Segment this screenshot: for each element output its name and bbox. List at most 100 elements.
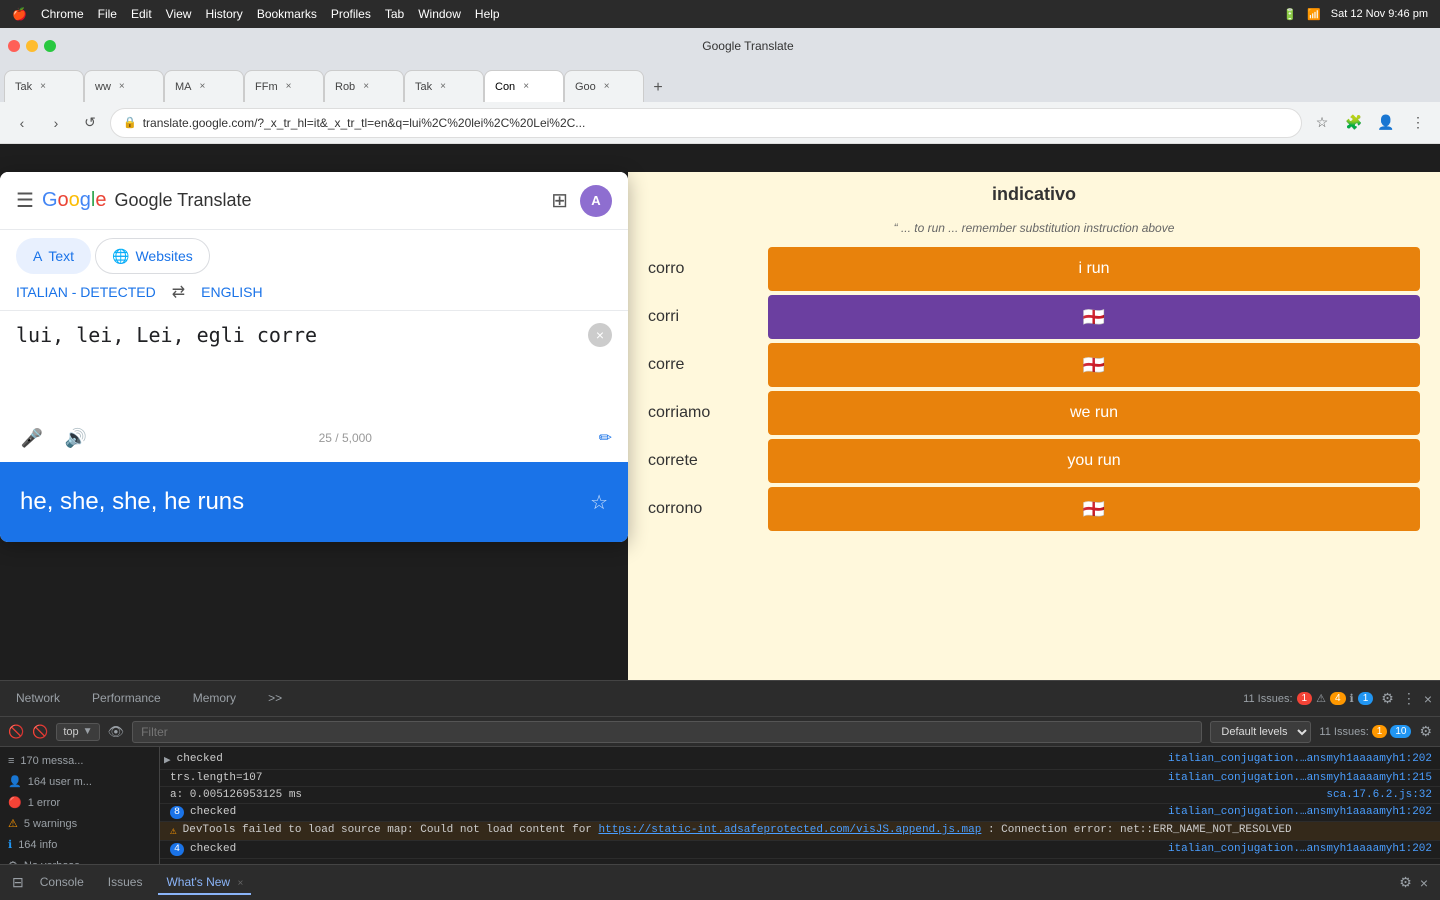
tab-con[interactable]: Con× [484, 70, 564, 102]
tab-tak-1[interactable]: Tak× [4, 70, 84, 102]
footer-tab-whats-new-close[interactable]: × [237, 878, 243, 889]
maximize-window-button[interactable] [44, 40, 56, 52]
devtools-more-tabs[interactable]: >> [260, 687, 290, 711]
apps-grid-icon[interactable]: ⊞ [551, 188, 568, 213]
chrome-menu-button[interactable]: ⋮ [1404, 109, 1432, 137]
apple-menu[interactable]: 🍎 [12, 7, 27, 21]
message-source[interactable]: italian_conjugation.…ansmyh1aaaamyh1:202 [1168, 806, 1432, 818]
user-avatar[interactable]: A [580, 185, 612, 217]
devtools-close-icon[interactable]: × [1424, 691, 1432, 707]
profile-button[interactable]: 👤 [1372, 109, 1400, 137]
console-filter-input[interactable] [132, 721, 1202, 743]
message-source[interactable]: italian_conjugation.…ansmyh1aaaamyh1:202 [1168, 753, 1432, 765]
devtools-settings-icon[interactable]: ⚙ [1381, 690, 1394, 707]
menu-bookmarks[interactable]: Bookmarks [257, 7, 317, 21]
sidebar-item-user[interactable]: 👤 164 user m... [0, 771, 159, 792]
sidebar-item-info[interactable]: ℹ 164 info [0, 834, 159, 855]
menu-help[interactable]: Help [475, 7, 500, 21]
devtools-issues-summary[interactable]: 11 Issues: 1 ⚠ 4 ℹ 1 [1243, 692, 1373, 705]
console-settings-icon[interactable]: ⚙ [1419, 723, 1432, 740]
clear-input-button[interactable]: × [588, 323, 612, 347]
menu-history[interactable]: History [205, 7, 242, 21]
microphone-button[interactable]: 🎤 [16, 422, 48, 454]
tab-goo[interactable]: Goo× [564, 70, 644, 102]
menu-profiles[interactable]: Profiles [331, 7, 371, 21]
tab-websites[interactable]: 🌐 Websites [95, 238, 210, 274]
devtools-tab-memory[interactable]: Memory [185, 687, 244, 711]
translation-corri: 🏴󠁧󠁢󠁥󠁮󠁧󠁿 [768, 295, 1420, 339]
footer-settings-icon[interactable]: ⚙ [1399, 874, 1412, 891]
tab-text[interactable]: A Text [16, 238, 91, 274]
footer-tab-console[interactable]: Console [32, 871, 92, 895]
tab-ma[interactable]: MA× [164, 70, 244, 102]
footer-tab-whats-new[interactable]: What's New × [158, 871, 251, 895]
back-button[interactable]: ‹ [8, 109, 36, 137]
menu-view[interactable]: View [166, 7, 192, 21]
devtools-drawer-icon[interactable]: ⊟ [12, 874, 24, 891]
speaker-button[interactable]: 🔊 [60, 422, 92, 454]
console-stop-icon[interactable]: 🚫 [8, 724, 24, 740]
console-level-select[interactable]: Default levels [1210, 721, 1311, 743]
source-language[interactable]: ITALIAN - DETECTED [16, 284, 156, 300]
console-top-context[interactable]: top ▼ [56, 723, 99, 741]
tab-close[interactable]: × [523, 81, 529, 92]
console-issues-count[interactable]: 11 Issues: 1 10 [1319, 725, 1411, 738]
source-text-input[interactable]: lui, lei, Lei, egli corre [16, 323, 612, 383]
sidebar-item-warnings[interactable]: ⚠ 5 warnings [0, 813, 159, 834]
sidebar-item-verbose[interactable]: ⚙ No verbose [0, 855, 159, 864]
tab-close[interactable]: × [286, 81, 292, 92]
hamburger-menu-icon[interactable]: ☰ [16, 188, 34, 213]
minimize-window-button[interactable] [26, 40, 38, 52]
footer-tab-issues[interactable]: Issues [100, 871, 151, 895]
edit-icon[interactable]: ✏ [599, 428, 612, 448]
tab-ww[interactable]: ww × [84, 70, 164, 102]
tab-close[interactable]: × [40, 81, 46, 92]
tab-close[interactable]: × [440, 81, 446, 92]
reload-button[interactable]: ↺ [76, 109, 104, 137]
menu-file[interactable]: File [98, 7, 117, 21]
address-bar[interactable]: 🔒 translate.google.com/?_x_tr_hl=it&_x_t… [110, 108, 1302, 138]
message-text: checked [177, 753, 1162, 765]
chrome-window-title: Google Translate [64, 39, 1432, 53]
eye-icon[interactable]: 👁 [108, 724, 125, 740]
favorite-star-icon[interactable]: ☆ [590, 490, 608, 515]
tab-close[interactable]: × [363, 81, 369, 92]
conj-row-corrono: corrono 🏴󠁧󠁢󠁥󠁮󠁧󠁿 [648, 487, 1420, 531]
source-map-link[interactable]: https://static-int.adsafeprotected.com/v… [599, 824, 982, 836]
tab-label: ww [95, 81, 111, 93]
devtools-tab-network[interactable]: Network [8, 687, 68, 711]
message-text: checked [190, 843, 1162, 855]
tab-close[interactable]: × [119, 81, 125, 92]
target-language[interactable]: ENGLISH [201, 284, 262, 300]
devtools-more-icon[interactable]: ⋮ [1402, 690, 1416, 707]
tab-rob[interactable]: Rob× [324, 70, 404, 102]
message-text: trs.length=107 [170, 772, 1162, 784]
extensions-button[interactable]: 🧩 [1340, 109, 1368, 137]
expand-icon[interactable]: ▶ [164, 753, 171, 767]
sidebar-item-messages[interactable]: ≡ 170 messa... [0, 751, 159, 771]
message-source[interactable]: italian_conjugation.…ansmyh1aaaamyh1:215 [1168, 772, 1432, 784]
bookmark-star-button[interactable]: ☆ [1308, 109, 1336, 137]
devtools-tab-performance[interactable]: Performance [84, 687, 169, 711]
console-clear-icon[interactable]: 🚫 [32, 724, 48, 740]
tab-close[interactable]: × [200, 81, 206, 92]
menu-edit[interactable]: Edit [131, 7, 152, 21]
message-source[interactable]: italian_conjugation.…ansmyh1aaaamyh1:202 [1168, 843, 1432, 855]
tab-tak-2[interactable]: Tak× [404, 70, 484, 102]
menu-tab[interactable]: Tab [385, 7, 404, 21]
menu-window[interactable]: Window [418, 7, 461, 21]
translate-title: Google Translate [114, 190, 251, 211]
tab-ffm[interactable]: FFm× [244, 70, 324, 102]
conj-row-corri: corri 🏴󠁧󠁢󠁥󠁮󠁧󠁿 [648, 295, 1420, 339]
menu-chrome[interactable]: Chrome [41, 7, 84, 21]
translation-corrono: 🏴󠁧󠁢󠁥󠁮󠁧󠁿 [768, 487, 1420, 531]
tab-close[interactable]: × [604, 81, 610, 92]
forward-button[interactable]: › [42, 109, 70, 137]
close-window-button[interactable] [8, 40, 20, 52]
sidebar-item-errors[interactable]: 🔴 1 error [0, 792, 159, 813]
message-source[interactable]: sca.17.6.2.js:32 [1326, 789, 1432, 801]
swap-languages-icon[interactable]: ⇄ [172, 282, 185, 302]
char-count: 25 / 5,000 [319, 431, 372, 445]
footer-close-icon[interactable]: × [1420, 875, 1428, 891]
new-tab-button[interactable]: + [644, 74, 672, 102]
